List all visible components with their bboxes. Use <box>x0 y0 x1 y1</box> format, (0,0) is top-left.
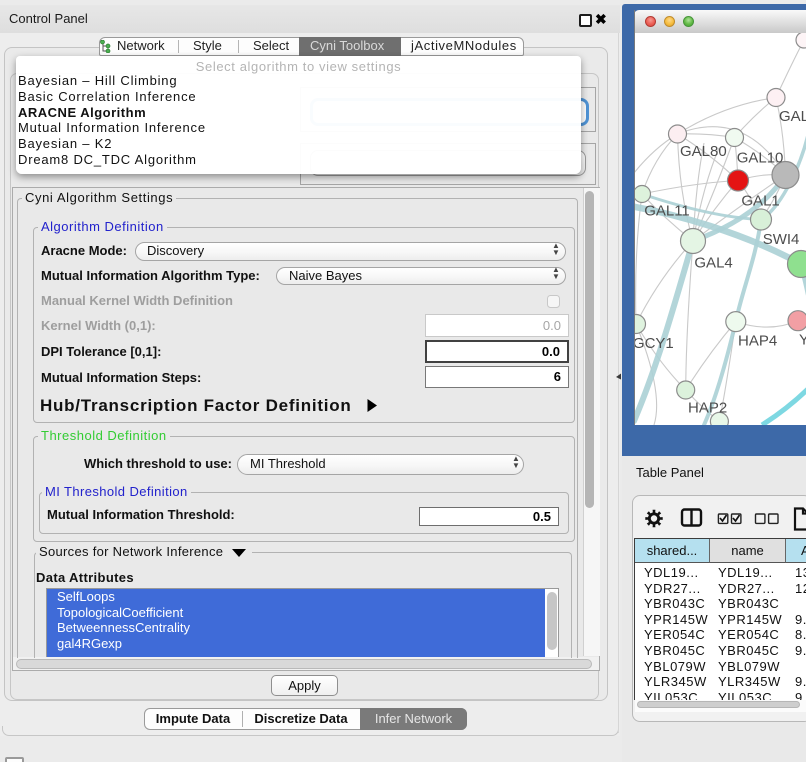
svg-text:HAP2: HAP2 <box>688 399 727 416</box>
svg-text:HAP4: HAP4 <box>738 333 777 350</box>
svg-text:GAL10: GAL10 <box>737 149 784 166</box>
svg-text:GAL4: GAL4 <box>694 255 732 272</box>
svg-text:GCY1: GCY1 <box>634 335 674 352</box>
svg-text:GAL1: GAL1 <box>741 193 779 210</box>
svg-text:SWI4: SWI4 <box>763 231 800 248</box>
svg-text:GAL80: GAL80 <box>680 143 727 160</box>
svg-text:Y: Y <box>799 332 806 349</box>
svg-text:GAL: GAL <box>779 108 806 125</box>
svg-text:GAL11: GAL11 <box>644 203 690 220</box>
